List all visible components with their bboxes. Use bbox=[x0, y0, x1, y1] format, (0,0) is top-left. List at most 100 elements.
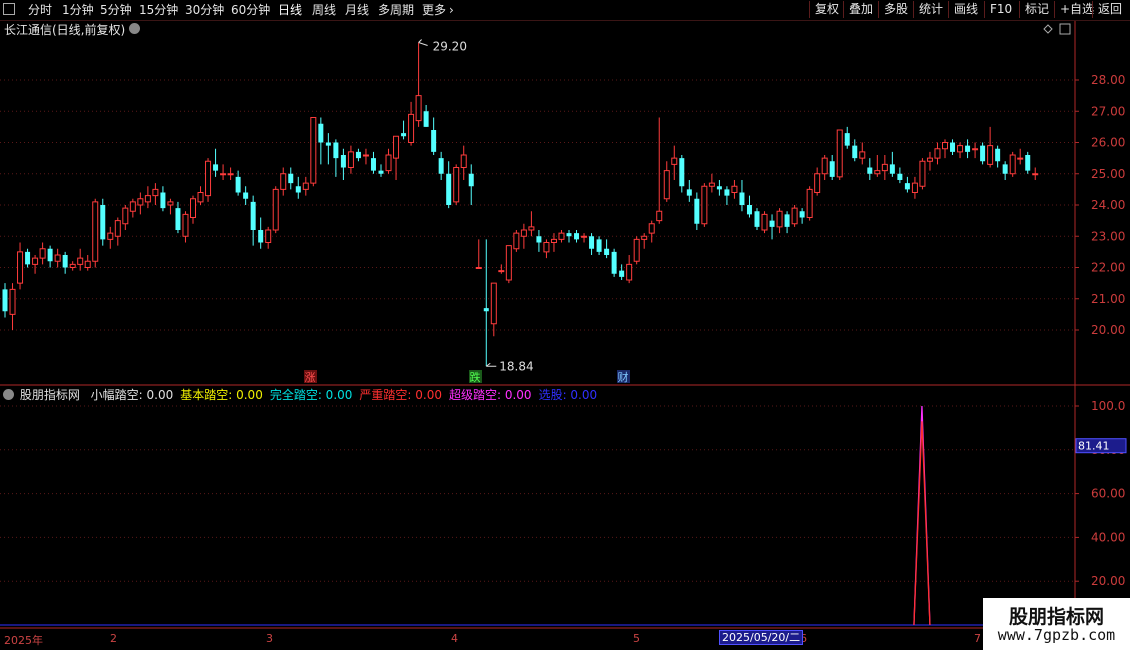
candle-body bbox=[596, 239, 602, 252]
candle-body bbox=[701, 185, 708, 225]
candle-body bbox=[498, 270, 505, 273]
candle-body bbox=[453, 167, 460, 203]
candle-body bbox=[867, 167, 873, 174]
candle-body bbox=[401, 133, 407, 137]
candle-body bbox=[754, 211, 760, 227]
candle-body bbox=[160, 192, 166, 209]
candle-body bbox=[852, 145, 858, 159]
candle-body bbox=[220, 173, 227, 176]
high-pointer-icon bbox=[418, 39, 428, 46]
indicator-value-4: 超级踏空: 0.00 bbox=[448, 388, 532, 402]
candle-body bbox=[889, 164, 895, 174]
candle-body bbox=[175, 208, 181, 230]
candle-body bbox=[280, 173, 287, 190]
candle-body bbox=[611, 251, 617, 274]
indicator-value-3: 严重踏空: 0.00 bbox=[359, 388, 442, 402]
candle-body bbox=[431, 130, 437, 152]
indicator-value-5: 选股: 0.00 bbox=[538, 388, 598, 402]
candle-body bbox=[265, 229, 272, 243]
candle-body bbox=[731, 185, 738, 193]
indicator-value-0: 小幅踏空: 0.00 bbox=[90, 388, 174, 402]
candle-body bbox=[739, 192, 745, 205]
candle-body bbox=[483, 308, 489, 312]
candle-body bbox=[761, 213, 768, 231]
indicator-tick-label: 60.00 bbox=[1091, 487, 1125, 501]
candle-body bbox=[1025, 155, 1031, 171]
candle-body bbox=[446, 173, 452, 205]
candle-body bbox=[129, 201, 136, 212]
candle-body bbox=[558, 232, 565, 240]
candle-body bbox=[543, 242, 550, 253]
candle-body bbox=[385, 154, 392, 172]
candle-body bbox=[77, 257, 84, 265]
candle-body bbox=[965, 145, 971, 152]
candle-body bbox=[54, 254, 61, 262]
candle-body bbox=[950, 142, 956, 152]
event-marker-1: 跌 bbox=[470, 370, 481, 384]
price-tick-label: 20.00 bbox=[1091, 323, 1125, 337]
watermark-logo: 股朋指标网 www.7gpzb.com bbox=[983, 598, 1130, 650]
candle-body bbox=[904, 183, 910, 190]
candle-body bbox=[626, 263, 633, 281]
candle-body bbox=[566, 233, 572, 237]
candle-body bbox=[408, 113, 415, 143]
price-tick-label: 27.00 bbox=[1091, 104, 1125, 118]
price-tick-label: 25.00 bbox=[1091, 167, 1125, 181]
low-price-label: 18.84 bbox=[499, 359, 533, 373]
candle-body bbox=[980, 145, 986, 162]
candle-body bbox=[911, 182, 918, 193]
indicator-dropdown-icon[interactable] bbox=[3, 389, 14, 400]
candle-body bbox=[107, 232, 114, 240]
candle-body bbox=[881, 163, 888, 172]
candlestick-chart[interactable]: 28.00 27.00 26.00 25.00 24.00 23.00 22.00 21.00… bbox=[0, 0, 1130, 650]
candle-body bbox=[897, 173, 903, 180]
candle-body bbox=[423, 111, 429, 127]
candle-body bbox=[934, 148, 941, 159]
panel-toggle-icon bbox=[1059, 23, 1071, 35]
candle-body bbox=[25, 251, 31, 265]
indicator-spike-超级踏空 bbox=[913, 405, 931, 626]
candle-body bbox=[656, 210, 663, 222]
candle-body bbox=[355, 151, 361, 159]
candle-body bbox=[362, 154, 369, 157]
candle-body bbox=[1009, 154, 1016, 175]
candle-body bbox=[347, 151, 354, 168]
candle-body bbox=[9, 288, 16, 315]
candle-body bbox=[114, 220, 121, 237]
candle-body bbox=[310, 117, 317, 184]
candle-body bbox=[505, 245, 512, 281]
event-marker-0: 涨 bbox=[305, 371, 316, 384]
date-axis: 2025年 2 3 4 5 6 7 bbox=[0, 630, 1075, 650]
candle-body bbox=[633, 238, 640, 262]
candle-body bbox=[213, 164, 219, 171]
candle-body bbox=[47, 248, 53, 262]
candle-body bbox=[513, 232, 520, 250]
price-tick-label: 28.00 bbox=[1091, 73, 1125, 87]
candle-body bbox=[92, 201, 99, 262]
candle-body bbox=[17, 251, 24, 284]
candle-body bbox=[814, 173, 821, 193]
watermark-title: 股朋指标网 bbox=[1008, 606, 1104, 628]
candle-body bbox=[137, 198, 144, 206]
candle-body bbox=[393, 135, 400, 159]
candle-body bbox=[619, 270, 625, 277]
candle-body bbox=[318, 123, 324, 143]
price-tick-label: 24.00 bbox=[1091, 198, 1125, 212]
candle-body bbox=[1002, 164, 1008, 174]
candle-body bbox=[708, 182, 715, 187]
candle-body bbox=[205, 160, 212, 197]
indicator-spike-严重踏空 bbox=[913, 421, 931, 626]
candle-body bbox=[144, 195, 151, 203]
indicator-header: 股朋指标网 小幅踏空: 0.00 基本踏空: 0.00 完全踏空: 0.00 严重踏空… bbox=[0, 386, 1075, 402]
candle-body bbox=[987, 145, 994, 165]
candle-body bbox=[791, 207, 798, 225]
candle-body bbox=[724, 189, 730, 196]
candle-body bbox=[258, 230, 264, 243]
indicator-name[interactable]: 股朋指标网 bbox=[20, 388, 80, 402]
indicator-tick-label: 20.00 bbox=[1091, 574, 1125, 588]
date-label: 3 bbox=[266, 632, 273, 645]
candle-body bbox=[340, 155, 346, 168]
indicator-value-1: 基本踏空: 0.00 bbox=[180, 388, 263, 402]
candle-body bbox=[235, 176, 241, 193]
candle-body bbox=[227, 173, 234, 176]
